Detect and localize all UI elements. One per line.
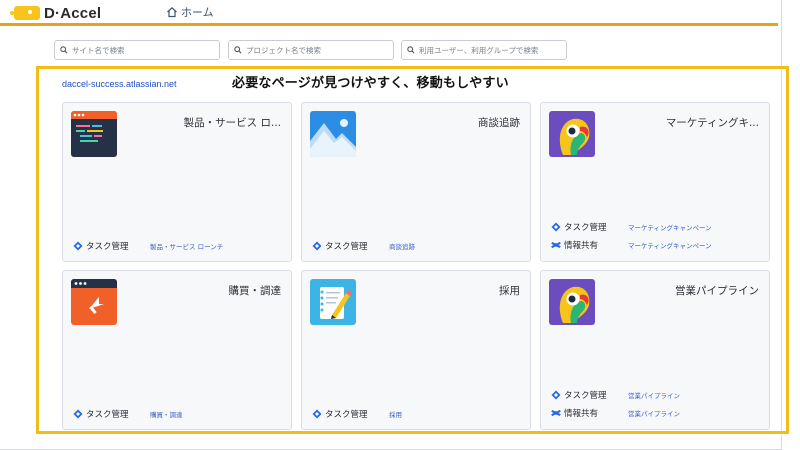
app-row-task[interactable]: タスク管理 商談追跡	[312, 239, 415, 253]
app-window: D·Accel ホーム daccel-success.atlassian.net…	[0, 0, 789, 450]
logo-badge-icon	[10, 6, 40, 20]
jira-icon	[551, 222, 561, 232]
card-title: マーケティングキ...	[665, 117, 759, 129]
logo-text: D·Accel	[44, 4, 102, 22]
user-search-input[interactable]	[419, 45, 566, 55]
app-link[interactable]: 商談追跡	[389, 241, 415, 251]
top-navigation-bar: D·Accel ホーム	[0, 0, 778, 26]
jira-icon	[312, 409, 322, 419]
app-link[interactable]: 営業パイプライン	[628, 390, 680, 400]
card-title: 営業パイプライン	[675, 285, 759, 297]
jira-icon	[312, 241, 322, 251]
jira-icon	[73, 409, 83, 419]
site-search-field[interactable]	[54, 40, 220, 60]
app-name: 情報共有	[564, 409, 599, 419]
notebook-pencil-icon	[310, 279, 356, 325]
headline-caption: 必要なページが見つけやすく、移動もしやすい	[232, 76, 509, 91]
parrot-icon	[549, 279, 595, 325]
home-icon	[167, 6, 177, 18]
app-row-task[interactable]: タスク管理 マーケティングキャンペーン	[551, 220, 712, 234]
app-row-info[interactable]: 情報共有 営業パイプライン	[551, 406, 680, 420]
jira-icon	[73, 241, 83, 251]
app-name: タスク管理	[564, 391, 607, 401]
card-title: 商談追跡	[478, 117, 520, 129]
card-title: 購買・調達	[228, 285, 282, 297]
app-link[interactable]: 採用	[389, 409, 402, 419]
app-link[interactable]: マーケティングキャンペーン	[628, 240, 712, 250]
search-icon	[60, 46, 68, 54]
home-label: ホーム	[181, 6, 214, 19]
app-row-task[interactable]: タスク管理 採用	[312, 407, 402, 421]
project-card[interactable]: 営業パイプライン タスク管理 営業パイプライン 情報共有 営業パイプライン	[540, 270, 770, 430]
app-name: タスク管理	[325, 242, 368, 252]
search-icon	[407, 46, 415, 54]
site-search-input[interactable]	[72, 45, 219, 55]
app-name: タスク管理	[325, 410, 368, 420]
d-accel-logo[interactable]: D·Accel	[10, 3, 102, 23]
app-name: 情報共有	[564, 241, 599, 251]
app-link[interactable]: 製品・サービス ローンチ	[150, 241, 223, 251]
parrot-icon	[549, 111, 595, 157]
app-row-task[interactable]: タスク管理 購買・調達	[73, 407, 183, 421]
project-card[interactable]: 製品・サービス ロ... タスク管理 製品・サービス ローンチ	[62, 102, 292, 262]
confluence-icon	[551, 409, 561, 417]
project-search-input[interactable]	[246, 45, 393, 55]
search-icon	[234, 46, 242, 54]
mountain-image-icon	[310, 111, 356, 157]
user-search-field[interactable]	[401, 40, 567, 60]
card-title: 採用	[499, 285, 520, 297]
app-name: タスク管理	[86, 242, 129, 252]
app-link[interactable]: 営業パイプライン	[628, 408, 680, 418]
app-name: タスク管理	[564, 223, 607, 233]
cursor-window-icon	[71, 279, 117, 325]
project-card[interactable]: 採用 タスク管理 採用	[301, 270, 531, 430]
project-card[interactable]: 購買・調達 タスク管理 購買・調達	[62, 270, 292, 430]
card-title: 製品・サービス ロ...	[183, 117, 281, 129]
site-url-link[interactable]: daccel-success.atlassian.net	[62, 79, 177, 89]
app-link[interactable]: マーケティングキャンペーン	[628, 222, 712, 232]
app-row-info[interactable]: 情報共有 マーケティングキャンペーン	[551, 238, 712, 252]
app-row-task[interactable]: タスク管理 製品・サービス ローンチ	[73, 239, 223, 253]
project-card[interactable]: マーケティングキ... タスク管理 マーケティングキャンペーン 情報共有 マーケ…	[540, 102, 770, 262]
jira-icon	[551, 390, 561, 400]
home-link[interactable]: ホーム	[166, 4, 214, 20]
project-card[interactable]: 商談追跡 タスク管理 商談追跡	[301, 102, 531, 262]
app-link[interactable]: 購買・調達	[150, 409, 183, 419]
code-window-icon	[71, 111, 117, 157]
app-row-task[interactable]: タスク管理 営業パイプライン	[551, 388, 680, 402]
confluence-icon	[551, 241, 561, 249]
app-name: タスク管理	[86, 410, 129, 420]
project-search-field[interactable]	[228, 40, 394, 60]
